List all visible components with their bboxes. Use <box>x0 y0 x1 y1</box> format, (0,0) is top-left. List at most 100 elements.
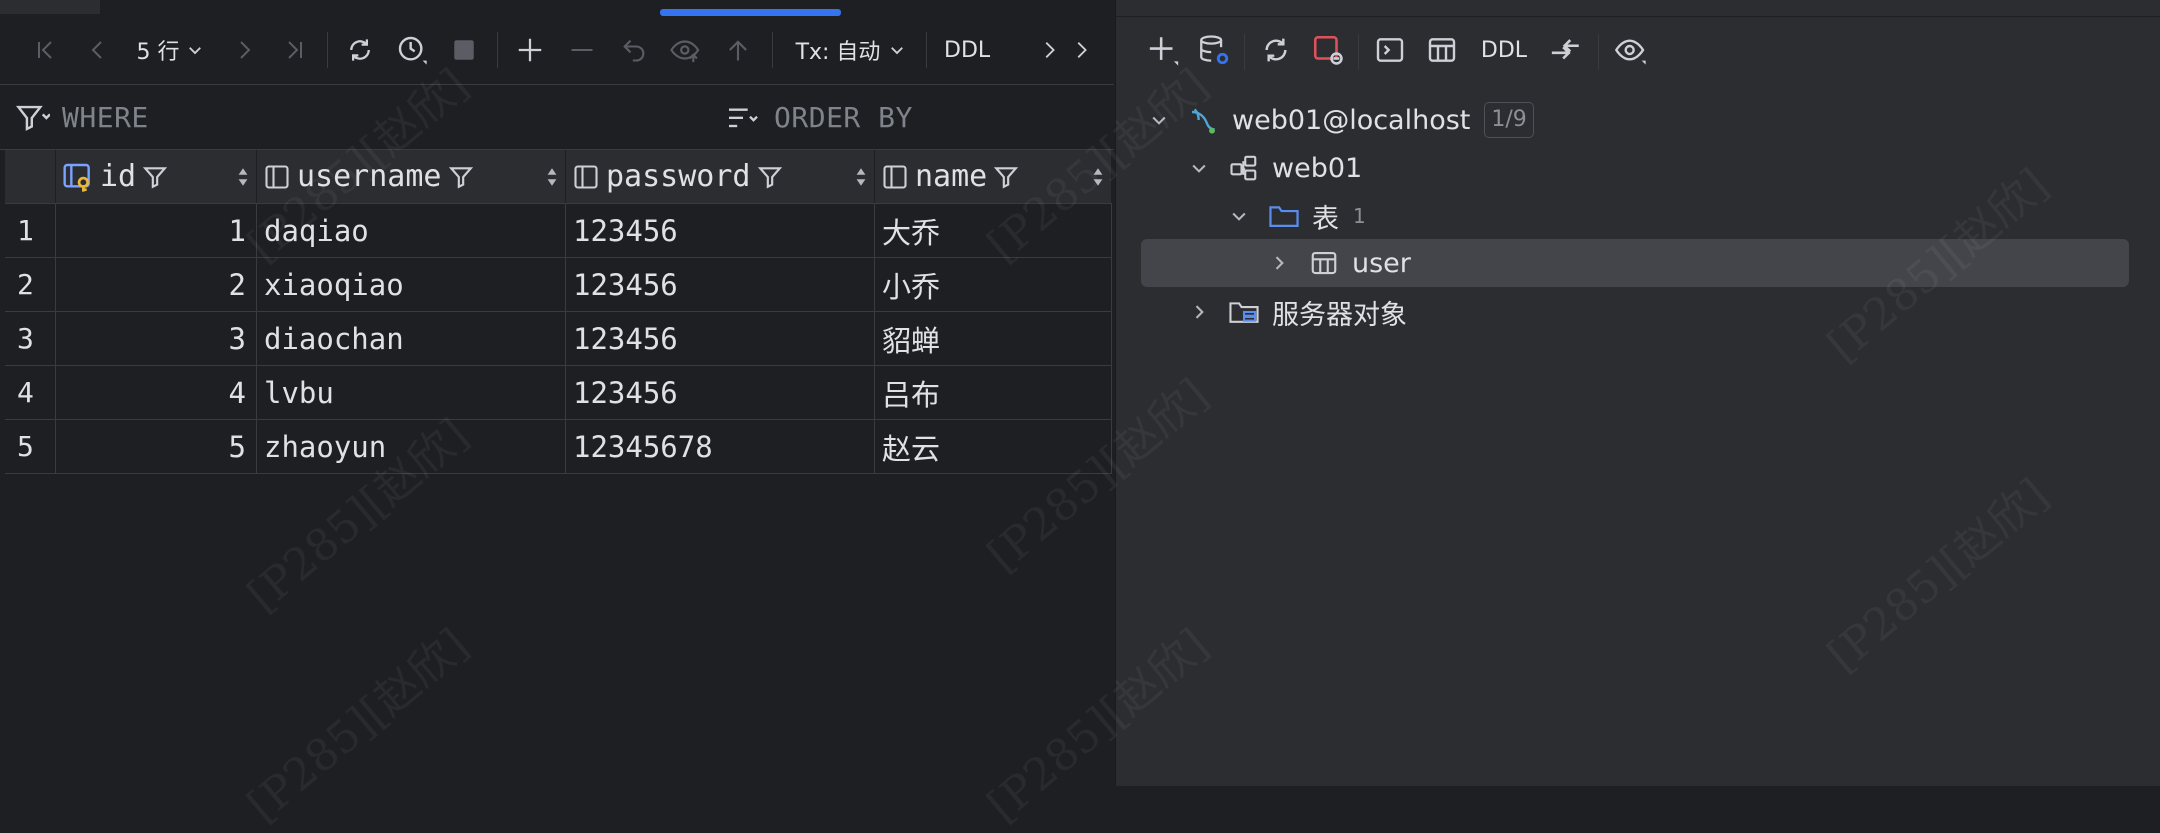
chevron-down-icon[interactable] <box>1226 203 1252 229</box>
table-label: user <box>1352 247 1411 279</box>
table-row[interactable]: 3 3 diaochan 123456 貂蝉 <box>5 311 1112 366</box>
chevron-right-icon[interactable] <box>1186 299 1212 325</box>
table-icon <box>1308 247 1340 279</box>
chevron-down-icon[interactable] <box>1146 107 1172 133</box>
cell-password[interactable]: 12345678 <box>565 419 875 474</box>
table-row[interactable]: 4 4 lvbu 123456 吕布 <box>5 365 1112 420</box>
cell-name[interactable]: 吕布 <box>874 365 1112 420</box>
query-console-icon[interactable] <box>1370 30 1410 70</box>
chevron-right-icon[interactable] <box>1034 30 1064 70</box>
table-editor-icon[interactable] <box>1422 30 1462 70</box>
transaction-mode-dropdown[interactable]: Tx: 自动 <box>792 30 910 70</box>
column-filter-icon[interactable] <box>448 164 474 190</box>
rows-per-page-label: 5 行 <box>136 40 180 65</box>
ddl-label: DDL <box>1480 37 1528 63</box>
jump-to-source-icon[interactable] <box>1546 30 1586 70</box>
filter-bar: WHERE ORDER BY <box>0 85 1114 150</box>
revert-icon[interactable] <box>616 30 652 70</box>
cell-username[interactable]: xiaoqiao <box>256 257 566 312</box>
cell-name[interactable]: 大乔 <box>874 203 1112 258</box>
folder-icon <box>1268 200 1300 232</box>
preview-changes-icon[interactable] <box>666 30 706 70</box>
tree-item-tables-folder[interactable]: 表 1 <box>1226 192 1366 240</box>
column-filter-icon[interactable] <box>142 164 168 190</box>
tree-item-table-user[interactable]: user <box>1266 239 1411 287</box>
rows-per-page-dropdown[interactable]: 5 行 <box>130 30 210 70</box>
cell-id[interactable]: 5 <box>55 419 257 474</box>
prev-page-icon[interactable] <box>82 30 114 70</box>
cell-id[interactable]: 2 <box>55 257 257 312</box>
cell-name[interactable]: 赵云 <box>874 419 1112 474</box>
column-filter-icon[interactable] <box>757 164 783 190</box>
auto-refresh-clock-icon[interactable] <box>394 30 430 70</box>
cell-name[interactable]: 貂蝉 <box>874 311 1112 366</box>
next-page-icon[interactable] <box>228 30 260 70</box>
last-page-icon[interactable] <box>278 30 310 70</box>
result-grid: id username password name 1 1 daqiao 123… <box>5 150 1112 474</box>
column-header-password[interactable]: password <box>565 150 875 204</box>
column-header-label: username <box>297 159 442 194</box>
where-filter-input[interactable]: WHERE <box>62 101 149 134</box>
disconnect-icon[interactable] <box>1308 30 1348 70</box>
tree-item-schema[interactable]: web01 <box>1186 144 1362 192</box>
cell-id[interactable]: 4 <box>55 365 257 420</box>
refresh-icon[interactable] <box>1256 30 1296 70</box>
cell-password[interactable]: 123456 <box>565 257 875 312</box>
sort-toggle-icon[interactable] <box>854 166 868 188</box>
connection-label: web01@localhost <box>1232 104 1471 136</box>
chevron-down-icon[interactable] <box>1186 155 1212 181</box>
new-object-icon[interactable] <box>1144 30 1184 70</box>
cell-username[interactable]: daqiao <box>256 203 566 258</box>
stop-icon[interactable] <box>446 30 482 70</box>
column-header-label: name <box>915 159 988 194</box>
cell-password[interactable]: 123456 <box>565 311 875 366</box>
sort-toggle-icon[interactable] <box>545 166 559 188</box>
server-objects-label: 服务器对象 <box>1272 299 1407 331</box>
tree-item-connection[interactable]: web01@localhost 1/9 <box>1146 96 1534 144</box>
column-header-label: password <box>606 159 751 194</box>
cell-username[interactable]: zhaoyun <box>256 419 566 474</box>
column-header-id[interactable]: id <box>55 150 257 204</box>
submit-changes-icon[interactable] <box>720 30 756 70</box>
cell-name[interactable]: 小乔 <box>874 257 1112 312</box>
sort-toggle-icon[interactable] <box>236 166 250 188</box>
cell-username[interactable]: lvbu <box>256 365 566 420</box>
sort-toggle-icon[interactable] <box>1091 166 1105 188</box>
schema-count-badge[interactable]: 1/9 <box>1484 102 1534 138</box>
first-page-icon[interactable] <box>30 30 62 70</box>
column-icon <box>265 164 289 189</box>
data-source-properties-icon[interactable] <box>1194 30 1234 70</box>
cell-id[interactable]: 3 <box>55 311 257 366</box>
column-filter-icon[interactable] <box>993 164 1019 190</box>
tree-item-server-objects[interactable]: 服务器对象 <box>1186 288 1407 336</box>
tab-strip-remnant <box>0 0 100 14</box>
chevron-right-icon[interactable] <box>1266 250 1292 276</box>
column-header-name[interactable]: name <box>874 150 1112 204</box>
cell-password[interactable]: 123456 <box>565 203 875 258</box>
order-by-input[interactable]: ORDER BY <box>774 101 913 134</box>
cell-password[interactable]: 123456 <box>565 365 875 420</box>
ddl-button[interactable]: DDL <box>944 30 994 70</box>
column-header-username[interactable]: username <box>256 150 566 204</box>
grid-header-row: id username password name <box>5 150 1112 204</box>
column-icon <box>883 164 907 189</box>
chevron-down-icon <box>891 47 904 55</box>
refresh-icon[interactable] <box>342 30 378 70</box>
cell-username[interactable]: diaochan <box>256 311 566 366</box>
table-row[interactable]: 1 1 daqiao 123456 大乔 <box>5 203 1112 258</box>
column-icon <box>574 164 598 189</box>
delete-row-icon[interactable] <box>564 30 600 70</box>
ddl-button[interactable]: DDL <box>1476 30 1532 70</box>
table-row[interactable]: 2 2 xiaoqiao 123456 小乔 <box>5 257 1112 312</box>
panel-top-strip <box>1116 0 2160 17</box>
transaction-mode-label: Tx: 自动 <box>795 40 881 65</box>
database-explorer-panel: DDL web01@localhost 1/9 web01 表 1 user 服… <box>1115 0 2160 786</box>
cell-id[interactable]: 1 <box>55 203 257 258</box>
more-actions-chevron-icon[interactable] <box>1066 30 1096 70</box>
table-row[interactable]: 5 5 zhaoyun 12345678 赵云 <box>5 419 1112 474</box>
add-row-icon[interactable] <box>512 30 548 70</box>
row-number-header <box>5 150 56 204</box>
loading-progress-bar <box>660 9 841 16</box>
schema-icon <box>1228 152 1260 184</box>
view-options-eye-icon[interactable] <box>1610 30 1652 70</box>
